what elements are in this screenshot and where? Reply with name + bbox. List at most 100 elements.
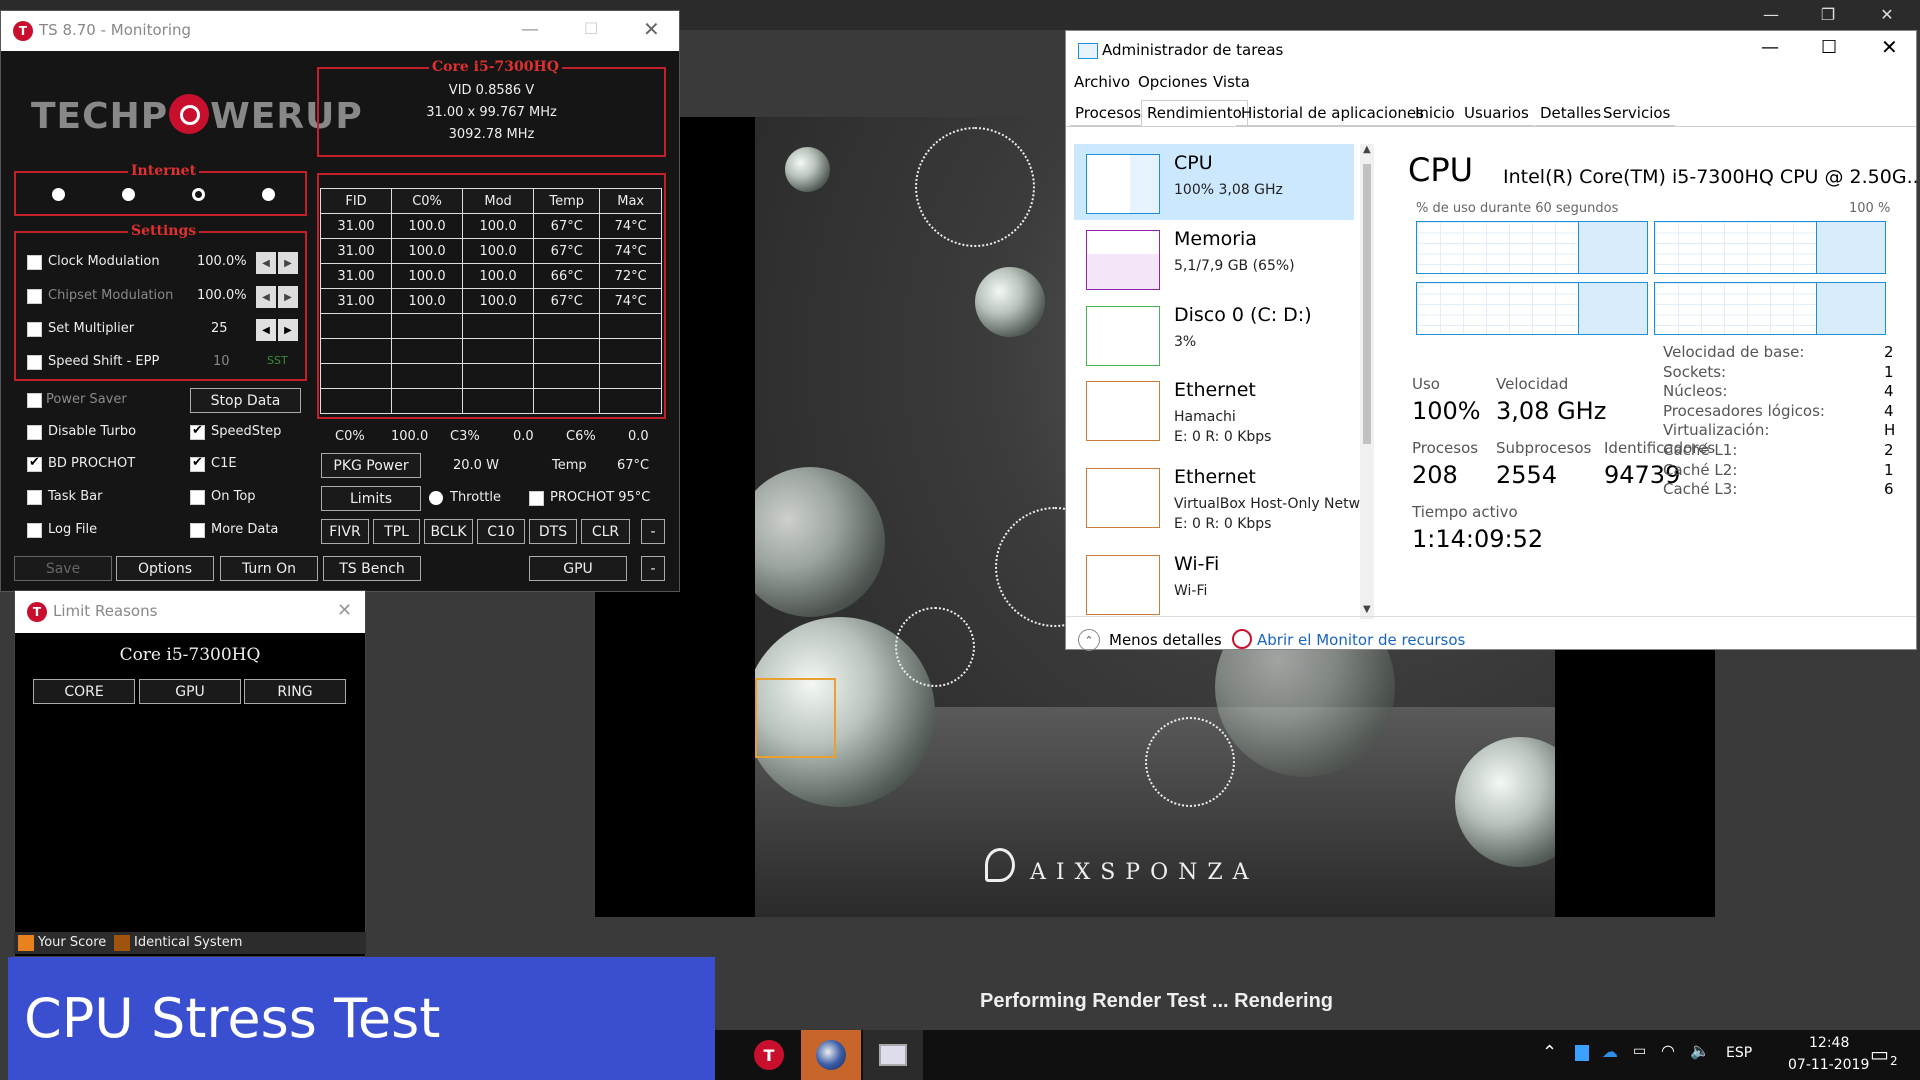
more-data-checkbox[interactable] (190, 523, 205, 538)
internet-radio-2[interactable] (122, 188, 135, 201)
gpu-button[interactable]: GPU (529, 556, 627, 581)
on-top-checkbox[interactable] (190, 490, 205, 505)
table-cell: 100.0 (462, 288, 535, 314)
c6-value: 0.0 (628, 429, 649, 444)
aixsponza-logo-icon (985, 848, 1015, 882)
table-row: 31.00 100.0 100.0 67°C 74°C (319, 288, 662, 314)
internet-radio-4[interactable] (262, 188, 275, 201)
c10-button[interactable]: C10 (477, 519, 525, 544)
c0-value: 100.0 (391, 429, 429, 444)
tab-servicios[interactable]: Servicios (1598, 100, 1676, 126)
tab-detalles[interactable]: Detalles (1535, 100, 1607, 126)
table-cell (319, 313, 393, 339)
table-row: 31.00 100.0 100.0 67°C 74°C (319, 238, 662, 264)
internet-radio-3[interactable] (192, 188, 205, 201)
stop-data-button[interactable]: Stop Data (190, 388, 301, 413)
restore-icon[interactable]: ❐ (1805, 0, 1851, 28)
tab-procesos[interactable]: Procesos (1070, 100, 1147, 126)
power-icon (169, 94, 210, 134)
table-header: Mod (462, 188, 535, 214)
chevron-up-icon[interactable]: ⌃ (1078, 629, 1100, 651)
battery-icon[interactable]: ▭ (1633, 1043, 1646, 1059)
resource-ethernet-hamachi[interactable]: Ethernet Hamachi E: 0 R: 0 Kbps (1074, 371, 1354, 447)
resource-memoria[interactable]: Memoria 5,1/7,9 GB (65%) (1074, 220, 1354, 296)
dts-button[interactable]: DTS (529, 519, 577, 544)
fivr-button[interactable]: FIVR (321, 519, 369, 544)
resource-disco[interactable]: Disco 0 (C: D:) 3% (1074, 296, 1354, 372)
throttle-radio[interactable] (429, 491, 443, 505)
options-button[interactable]: Options (116, 556, 214, 581)
internet-radio-1[interactable] (52, 188, 65, 201)
bclk-button[interactable]: BCLK (424, 519, 473, 544)
taskbar-task-manager[interactable] (863, 1030, 923, 1080)
spec-value: 2 (1884, 343, 1894, 361)
close-icon[interactable]: ✕ (1864, 0, 1910, 28)
minus-button[interactable]: - (641, 519, 665, 544)
tab-inicio[interactable]: Inicio (1410, 100, 1460, 126)
power-saver-checkbox[interactable] (27, 393, 42, 408)
close-icon[interactable]: ✕ (1881, 35, 1898, 59)
resource-wifi[interactable]: Wi-Fi Wi-Fi (1074, 545, 1354, 616)
abrir-monitor-link[interactable]: Abrir el Monitor de recursos (1257, 631, 1465, 649)
notification-icon[interactable]: ▭ (1870, 1042, 1889, 1066)
table-cell: 100.0 (391, 288, 464, 314)
minimize-icon[interactable]: — (1748, 0, 1794, 28)
tray-app-icon[interactable] (1575, 1045, 1589, 1061)
clock-modulation-stepper[interactable]: ◀ ▶ (256, 252, 298, 274)
menu-archivo[interactable]: Archivo (1074, 73, 1130, 91)
speed-shift-checkbox[interactable] (27, 355, 42, 370)
tiempo-activo-label: Tiempo activo (1412, 503, 1518, 521)
taskbar-app-partial[interactable] (715, 1030, 729, 1080)
chipset-modulation-checkbox[interactable] (27, 289, 42, 304)
volume-icon[interactable]: 🔈 (1690, 1041, 1710, 1060)
table-cell (599, 363, 662, 389)
tab-rendimiento[interactable]: Rendimiento (1141, 100, 1248, 126)
tpl-button[interactable]: TPL (373, 519, 420, 544)
turn-on-button[interactable]: Turn On (220, 556, 318, 581)
tab-historial[interactable]: Historial de aplicaciones (1236, 100, 1429, 126)
resource-ethernet-virtualbox[interactable]: Ethernet VirtualBox Host-Only Netwo E: 0… (1074, 458, 1362, 534)
core-button[interactable]: CORE (33, 679, 135, 704)
minus-button-2[interactable]: - (641, 556, 665, 581)
menu-vista[interactable]: Vista (1213, 73, 1250, 91)
set-multiplier-stepper[interactable]: ◀ ▶ (256, 319, 298, 341)
log-file-checkbox[interactable] (27, 523, 42, 538)
close-icon[interactable]: ✕ (337, 600, 352, 621)
wifi-icon[interactable]: ◠ (1661, 1041, 1675, 1060)
clock-date[interactable]: 07-11-2019 (1788, 1057, 1869, 1073)
minimize-icon[interactable]: — (1761, 37, 1779, 58)
ts-bench-button[interactable]: TS Bench (323, 556, 421, 581)
tab-usuarios[interactable]: Usuarios (1459, 100, 1534, 126)
ring-button[interactable]: RING (244, 679, 346, 704)
table-cell (533, 363, 601, 389)
close-icon[interactable]: ✕ (643, 17, 660, 41)
graph-max: 100 % (1849, 201, 1891, 216)
set-multiplier-checkbox[interactable] (27, 322, 42, 337)
language-indicator[interactable]: ESP (1726, 1045, 1752, 1061)
limits-button[interactable]: Limits (321, 486, 421, 511)
chipset-modulation-stepper[interactable]: ◀ ▶ (256, 286, 298, 308)
clr-button[interactable]: CLR (581, 519, 630, 544)
resource-cpu[interactable]: CPU 100% 3,08 GHz (1074, 144, 1354, 220)
resource-scrollbar[interactable]: ▲ ▼ (1360, 144, 1374, 619)
taskbar-cinebench[interactable] (801, 1030, 861, 1080)
task-bar-checkbox[interactable] (27, 490, 42, 505)
bd-prochot-label: BD PROCHOT (48, 456, 136, 471)
save-button[interactable]: Save (14, 556, 112, 581)
menu-opciones[interactable]: Opciones (1138, 73, 1207, 91)
menos-detalles-link[interactable]: Menos detalles (1109, 631, 1222, 649)
clock-modulation-checkbox[interactable] (27, 255, 42, 270)
taskbar-throttlestop[interactable]: T (739, 1030, 799, 1080)
disable-turbo-checkbox[interactable] (27, 425, 42, 440)
bd-prochot-checkbox[interactable] (27, 455, 42, 472)
c1e-checkbox[interactable] (190, 455, 205, 472)
clock-time[interactable]: 12:48 (1809, 1035, 1849, 1051)
minimize-icon[interactable]: — (521, 19, 539, 40)
prochot-checkbox[interactable] (529, 491, 544, 506)
gpu-limit-button[interactable]: GPU (139, 679, 241, 704)
speedstep-checkbox[interactable] (190, 423, 205, 440)
maximize-icon[interactable]: ☐ (1821, 37, 1837, 58)
pkg-power-button[interactable]: PKG Power (321, 453, 421, 478)
tray-chevron-icon[interactable]: ⌃ (1542, 1042, 1557, 1063)
onedrive-icon[interactable]: ☁ (1602, 1042, 1618, 1061)
